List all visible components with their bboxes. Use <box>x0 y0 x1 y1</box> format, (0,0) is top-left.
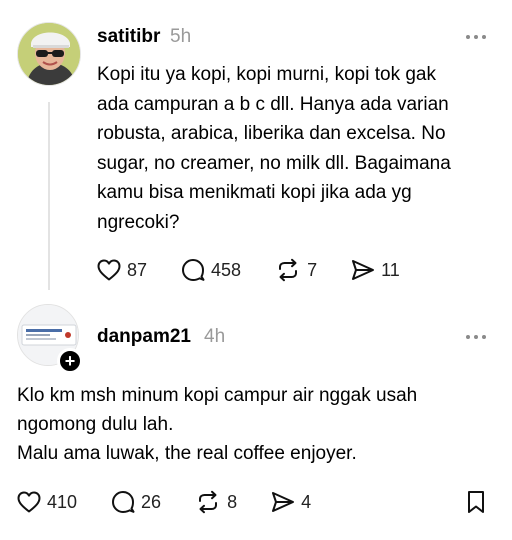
heart-icon <box>17 491 41 513</box>
post-text: Kopi itu ya kopi, kopi murni, kopi tok g… <box>97 64 451 233</box>
avatar-photo <box>18 23 80 85</box>
like-button[interactable]: 410 <box>17 491 77 513</box>
more-dots-icon[interactable] <box>466 334 486 340</box>
avatar[interactable] <box>17 22 81 86</box>
more-dots-icon[interactable] <box>466 34 486 40</box>
thread-line <box>48 102 50 290</box>
speech-bubble-icon <box>182 259 205 281</box>
repost-arrows-icon <box>279 258 298 282</box>
like-count: 87 <box>127 259 148 280</box>
bookmark-icon <box>468 491 484 513</box>
username[interactable]: satitibr <box>97 26 160 48</box>
repost-button[interactable]: 8 <box>195 490 237 514</box>
repost-count: 8 <box>227 491 238 512</box>
username[interactable]: danpam21 <box>97 326 191 348</box>
post-actions: 87 458 7 11 <box>97 258 400 282</box>
reply-count: 26 <box>141 491 162 512</box>
share-button[interactable]: 4 <box>271 491 311 513</box>
send-icon <box>272 492 295 512</box>
bookmark-button[interactable] <box>466 490 486 519</box>
send-icon <box>352 260 375 280</box>
repost-arrows-icon <box>199 490 218 514</box>
follow-plus-button[interactable]: + <box>57 348 83 374</box>
post-time: 4h <box>204 326 226 347</box>
post-time: 5h <box>170 26 192 47</box>
like-button[interactable]: 87 <box>97 259 147 281</box>
speech-bubble-icon <box>112 491 135 513</box>
post-actions: 410 26 8 4 <box>17 490 311 514</box>
reply-button[interactable]: 458 <box>181 258 241 282</box>
repost-button[interactable]: 7 <box>275 258 317 282</box>
reply-button[interactable]: 26 <box>111 490 161 514</box>
heart-icon <box>97 259 121 281</box>
like-count: 410 <box>47 491 78 512</box>
post-satitibr: satitibr 5h Kopi itu ya kopi, kopi murni… <box>0 0 512 300</box>
repost-count: 7 <box>307 259 318 280</box>
share-button[interactable]: 11 <box>351 259 400 281</box>
reply-count: 458 <box>211 259 242 280</box>
share-count: 4 <box>301 491 312 512</box>
share-count: 11 <box>381 259 400 280</box>
post-text: Klo km msh minum kopi campur air nggak u… <box>17 385 418 464</box>
